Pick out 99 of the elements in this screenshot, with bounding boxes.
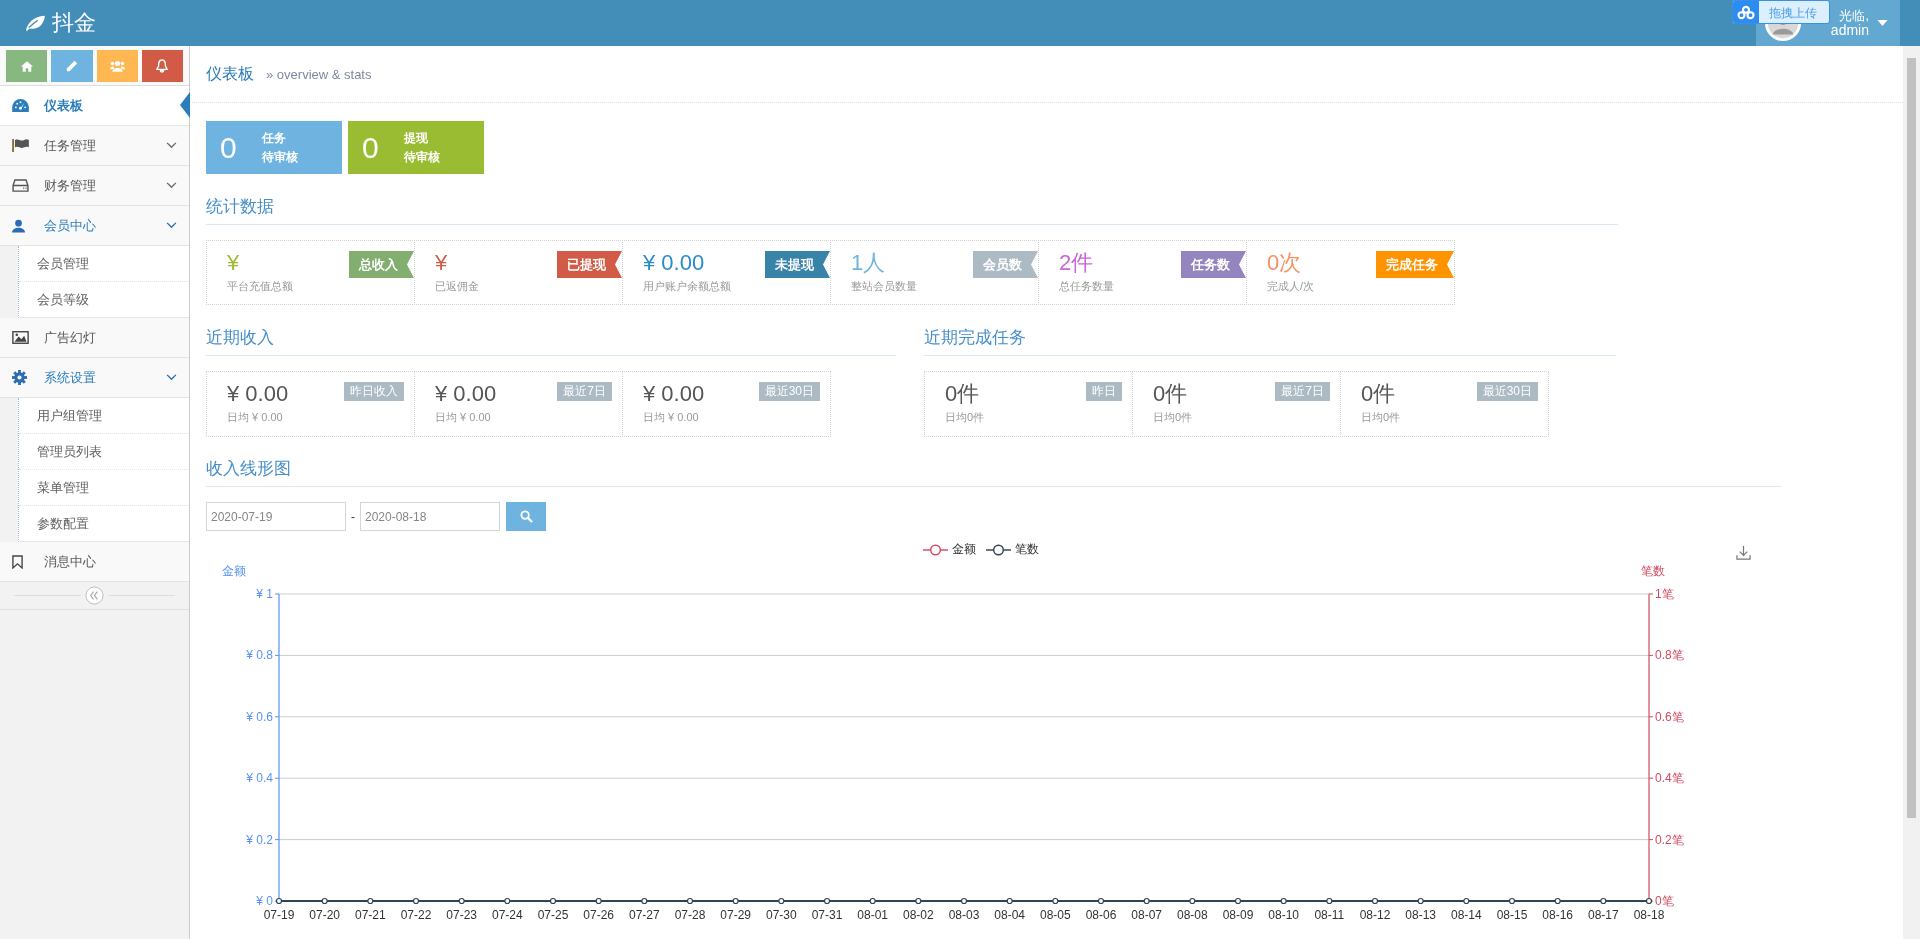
axis-tick-label: 07-25 <box>537 908 569 922</box>
daily-average: 日均0件 <box>945 410 985 425</box>
axis-tick-label: 07-23 <box>446 908 477 922</box>
axis-tick-label: 07-20 <box>309 908 340 922</box>
stat-tag: 会员数 <box>973 251 1038 278</box>
daily-average: 日均 ¥ 0.00 <box>227 410 284 425</box>
axis-tick-label: 08-14 <box>1451 908 1482 922</box>
period-tag: 最近7日 <box>1275 382 1330 401</box>
stat-label: 整站会员数量 <box>851 279 917 294</box>
pending-title: 提现 <box>404 129 429 147</box>
section-title: 近期收入 <box>206 326 896 356</box>
stat-value: 2件 <box>1059 249 1095 277</box>
period-tag: 最近30日 <box>758 382 820 401</box>
pending-subtitle: 待审核 <box>262 148 298 166</box>
axis-tick-label: 08-01 <box>857 908 888 922</box>
axis-tick-label: 0.4笔 <box>1655 771 1684 786</box>
period-tag: 昨日收入 <box>344 382 404 401</box>
pending-subtitle: 待审核 <box>404 148 440 166</box>
pending-title: 任务 <box>262 129 287 147</box>
period-tag: 最近30日 <box>1476 382 1538 401</box>
axis-tick-label: 08-17 <box>1588 908 1619 922</box>
stat-label: 完成人/次 <box>1267 279 1315 294</box>
legend-label: 金额 <box>952 541 976 558</box>
daily-average: 日均0件 <box>1361 410 1401 425</box>
axis-tick-label: 07-29 <box>720 908 751 922</box>
axis-tick-label: 08-11 <box>1314 908 1345 922</box>
axis-tick-label: 07-27 <box>629 908 660 922</box>
axis-title: 笔数 <box>1641 564 1665 578</box>
axis-tick-label: ¥ 0.2 <box>246 832 273 847</box>
daily-average: 日均0件 <box>1153 410 1193 425</box>
axis-tick-label: 08-13 <box>1405 908 1436 922</box>
app-title: 抖金 <box>52 9 96 37</box>
income-value: ¥ 0.00 <box>227 380 289 408</box>
axis-tick-label: 08-15 <box>1496 908 1528 922</box>
axis-tick-label: 0.8笔 <box>1655 648 1684 663</box>
section-title: 统计数据 <box>206 195 1618 225</box>
axis-tick-label: ¥ 0.8 <box>246 648 273 663</box>
axis-tick-label: 08-03 <box>948 908 980 922</box>
axis-tick-label: 07-30 <box>766 908 797 922</box>
stat-value: ¥ <box>435 249 449 277</box>
axis-tick-label: 08-07 <box>1131 908 1162 922</box>
axis-tick-label: 0笔 <box>1655 894 1674 908</box>
pending-count: 0 <box>219 130 238 165</box>
income-value: ¥ 0.00 <box>435 380 497 408</box>
stat-label: 已返佣金 <box>435 279 479 294</box>
axis-tick-label: 08-09 <box>1222 908 1254 922</box>
pending-count: 0 <box>361 130 380 165</box>
daily-average: 日均 ¥ 0.00 <box>435 410 492 425</box>
axis-tick-label: 07-21 <box>355 908 386 922</box>
greeting-text: 光临, <box>1839 8 1869 23</box>
axis-tick-label: ¥ 0.4 <box>246 771 273 786</box>
task-value: 0件 <box>945 380 981 408</box>
axis-tick-label: 08-04 <box>994 908 1025 922</box>
axis-tick-label: 08-10 <box>1268 908 1299 922</box>
axis-tick-label: 0.6笔 <box>1655 709 1684 724</box>
stat-value: ¥ 0.00 <box>643 249 706 277</box>
axis-tick-label: 08-12 <box>1359 908 1391 922</box>
period-tag: 最近7日 <box>557 382 612 401</box>
daily-average: 日均 ¥ 0.00 <box>643 410 700 425</box>
period-tag: 昨日 <box>1086 382 1122 401</box>
task-value: 0件 <box>1153 380 1189 408</box>
stat-tag: 未提现 <box>765 251 830 278</box>
date-separator: - <box>350 509 356 524</box>
axis-tick-label: 08-08 <box>1177 908 1208 922</box>
axis-tick-label: 08-16 <box>1542 908 1573 922</box>
stat-tag: 完成任务 <box>1376 251 1454 278</box>
axis-tick-label: 08-06 <box>1085 908 1117 922</box>
section-title: 收入线形图 <box>206 457 1781 487</box>
stat-value: ¥ <box>227 249 241 277</box>
stat-label: 用户账户余额总额 <box>643 279 731 294</box>
stat-value: 1人 <box>851 249 887 277</box>
stat-tag: 总收入 <box>349 251 414 278</box>
stat-label: 总任务数量 <box>1059 279 1114 294</box>
axis-tick-label: ¥ 0.6 <box>246 709 273 724</box>
axis-tick-label: 07-24 <box>492 908 523 922</box>
axis-tick-label: 08-05 <box>1040 908 1071 922</box>
task-value: 0件 <box>1361 380 1397 408</box>
stat-value: 0次 <box>1267 249 1303 277</box>
axis-tick-label: 07-19 <box>263 908 295 922</box>
axis-tick-label: 1笔 <box>1655 587 1674 601</box>
axis-title: 金额 <box>222 564 246 578</box>
axis-tick-label: 07-31 <box>811 908 843 922</box>
user-name: admin <box>1830 23 1869 38</box>
axis-tick-label: 08-02 <box>903 908 934 922</box>
axis-tick-label: ¥ 1 <box>256 587 273 601</box>
axis-tick-label: 07-22 <box>400 908 432 922</box>
stat-tag: 任务数 <box>1181 251 1246 278</box>
axis-tick-label: 07-28 <box>674 908 706 922</box>
axis-tick-label: ¥ 0 <box>256 894 273 908</box>
legend-label: 笔数 <box>1015 541 1039 558</box>
income-value: ¥ 0.00 <box>643 380 705 408</box>
axis-tick-label: 08-18 <box>1633 908 1665 922</box>
page-subtitle: » overview & stats <box>266 66 372 82</box>
stat-tag: 已提现 <box>557 251 622 278</box>
axis-tick-label: 07-26 <box>583 908 614 922</box>
stat-label: 平台充值总额 <box>227 279 293 294</box>
section-title: 近期完成任务 <box>924 326 1616 356</box>
page-title: 仪表板 <box>206 63 254 84</box>
axis-tick-label: 0.2笔 <box>1655 832 1684 847</box>
